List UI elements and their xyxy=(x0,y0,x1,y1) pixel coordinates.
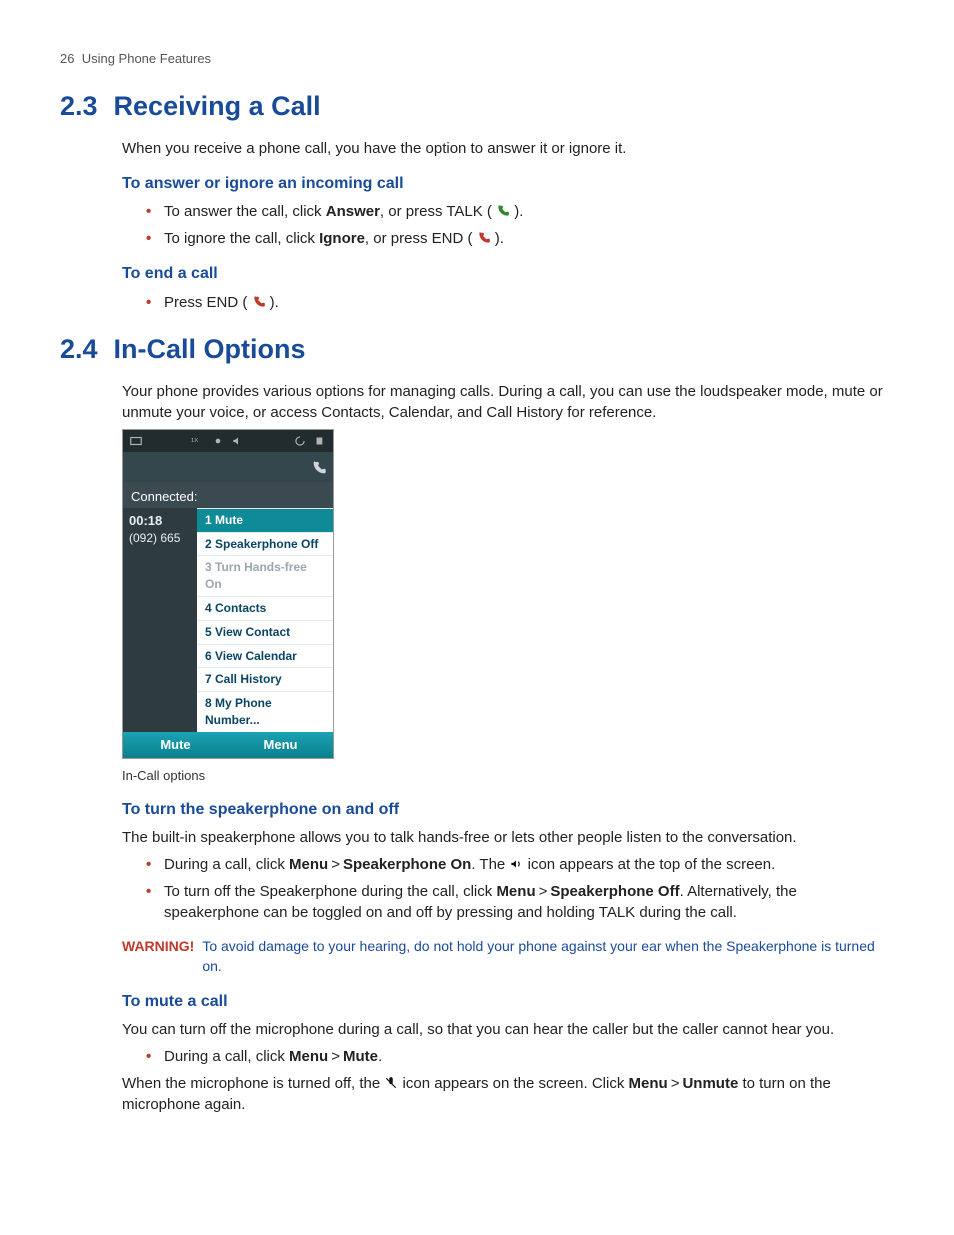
bullet-list: During a call, click Menu>Speakerphone O… xyxy=(122,854,894,923)
page-header: 26 Using Phone Features xyxy=(60,50,894,68)
end-icon xyxy=(477,230,491,244)
signal-icon: 1X xyxy=(191,434,205,448)
figure-caption: In-Call options xyxy=(122,767,894,785)
bold-ignore: Ignore xyxy=(319,230,365,247)
battery-icon xyxy=(313,434,327,448)
page-title: Using Phone Features xyxy=(82,51,211,66)
paragraph: You can turn off the microphone during a… xyxy=(122,1019,894,1040)
bullet-item: To turn off the Speakerphone during the … xyxy=(146,881,894,923)
warning: WARNING! To avoid damage to your hearing… xyxy=(122,937,894,976)
warning-text: To avoid damage to your hearing, do not … xyxy=(202,937,894,976)
phone-connected-label: Connected: xyxy=(123,482,333,508)
sync-icon xyxy=(293,434,307,448)
end-icon xyxy=(252,294,266,308)
softkey-left: Mute xyxy=(123,732,228,758)
speakerphone-icon xyxy=(509,856,523,870)
phone-statusbar: 1X xyxy=(123,430,333,452)
phone-softkeys: Mute Menu xyxy=(123,732,333,758)
section-title: Receiving a Call xyxy=(114,88,321,126)
bullet-item: During a call, click Menu>Mute. xyxy=(146,1046,894,1067)
phone-menu-item: 3 Turn Hands-free On xyxy=(197,555,333,596)
phone-menu-item: 4 Contacts xyxy=(197,596,333,620)
phone-call-panel: 00:18 (092) 665 xyxy=(123,508,197,732)
svg-text:1X: 1X xyxy=(191,438,198,444)
bullet-list: To answer the call, click Answer, or pre… xyxy=(122,201,894,249)
section-number: 2.4 xyxy=(60,331,98,369)
section-title: In-Call Options xyxy=(114,331,306,369)
bullet-list: Press END ( ). xyxy=(122,292,894,313)
subheading-speakerphone: To turn the speakerphone on and off xyxy=(122,799,894,821)
phone-menu-item: 2 Speakerphone Off xyxy=(197,532,333,556)
bold-answer: Answer xyxy=(326,203,380,220)
call-icon xyxy=(311,460,325,474)
bullet-item: During a call, click Menu>Speakerphone O… xyxy=(146,854,894,875)
bullet-item: To answer the call, click Answer, or pre… xyxy=(146,201,894,222)
bullet-item: Press END ( ). xyxy=(146,292,894,313)
talk-icon xyxy=(496,203,510,217)
sound-icon xyxy=(211,434,225,448)
softkey-right: Menu xyxy=(228,732,333,758)
phone-menu-item: 5 View Contact xyxy=(197,620,333,644)
section-intro: Your phone provides various options for … xyxy=(122,381,894,423)
paragraph: When the microphone is turned off, the i… xyxy=(122,1073,894,1115)
phone-menu-item: 1 Mute xyxy=(197,508,333,532)
subheading-end-call: To end a call xyxy=(122,263,894,285)
subheading-mute: To mute a call xyxy=(122,991,894,1013)
bullet-list: During a call, click Menu>Mute. xyxy=(122,1046,894,1067)
section-2-4-heading: 2.4 In-Call Options xyxy=(60,331,894,369)
page-number: 26 xyxy=(60,51,74,66)
paragraph: The built-in speakerphone allows you to … xyxy=(122,827,894,848)
phone-screenshot: 1X Connected: 00:18 (092) 665 1 Mute2 Sp… xyxy=(122,429,334,759)
section-2-3-heading: 2.3 Receiving a Call xyxy=(60,88,894,126)
mute-icon xyxy=(384,1075,398,1089)
section-intro: When you receive a phone call, you have … xyxy=(122,138,894,159)
phone-menu-item: 6 View Calendar xyxy=(197,644,333,668)
phone-menu-item: 7 Call History xyxy=(197,667,333,691)
warning-label: WARNING! xyxy=(122,937,194,976)
phone-call-timer: 00:18 xyxy=(129,512,191,530)
phone-menu-item: 8 My Phone Number... xyxy=(197,691,333,732)
speakerphone-icon xyxy=(231,434,245,448)
bullet-item: To ignore the call, click Ignore, or pre… xyxy=(146,228,894,249)
section-number: 2.3 xyxy=(60,88,98,126)
phone-subbar xyxy=(123,452,333,482)
subheading-answer-ignore: To answer or ignore an incoming call xyxy=(122,173,894,195)
status-icon xyxy=(129,434,143,448)
phone-caller-number: (092) 665 xyxy=(129,530,191,547)
phone-menu: 1 Mute2 Speakerphone Off3 Turn Hands-fre… xyxy=(197,508,333,732)
